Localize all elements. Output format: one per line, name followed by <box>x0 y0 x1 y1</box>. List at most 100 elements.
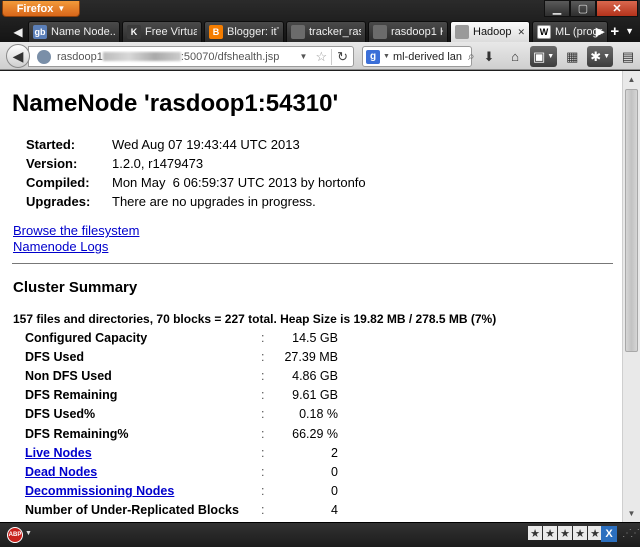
download-icon[interactable]: ⬇ <box>478 46 500 67</box>
summary-separator: : <box>261 388 265 403</box>
screenshot-icon[interactable]: ▣ ▼ <box>530 46 558 67</box>
info-key: Version: <box>26 156 78 171</box>
adblock-icon[interactable]: ABP <box>7 527 23 543</box>
site-identity-icon[interactable] <box>37 49 51 64</box>
firefox-menu-button[interactable]: Firefox ▼ <box>2 1 80 17</box>
table-row: Dead Nodes : 0 <box>25 462 338 481</box>
summary-value: 66.29 % <box>292 426 338 441</box>
tab[interactable]: B Blogger: itT... <box>204 21 284 42</box>
google-icon[interactable]: g <box>366 49 380 64</box>
gear-icon[interactable]: ✱ ▼ <box>587 46 614 67</box>
tab[interactable]: tracker_rasd... <box>286 21 366 42</box>
summary-separator: : <box>261 407 265 422</box>
page-title: NameNode 'rasdoop1:54310' <box>12 90 339 117</box>
addon-bar: ABP ▼ ★ ★ ★ ★ ★ X ⋰⋰ <box>0 522 640 547</box>
summary-value: 0.18 % <box>299 407 338 422</box>
cluster-summary-title: Cluster Summary <box>13 279 138 296</box>
tab-scroll-right-icon[interactable]: ▶ <box>596 25 604 38</box>
redacted-text <box>102 52 181 62</box>
chevron-down-icon[interactable]: ▼ <box>25 530 32 537</box>
star-icon[interactable]: ★ <box>543 526 557 540</box>
tab-active[interactable]: Hadoop ... ✕ <box>450 21 530 42</box>
star-icon[interactable]: ★ <box>558 526 572 540</box>
dead-nodes-link[interactable]: Dead Nodes <box>25 465 97 479</box>
navigation-toolbar: rasdoop1:50070/dfshealth.jsp ▼ ☆ ↻ ◀ g ▼… <box>0 42 640 70</box>
maximize-button[interactable]: ▢ <box>570 0 596 17</box>
chevron-down-icon: ▼ <box>57 4 66 13</box>
close-window-button[interactable]: ✕ <box>596 0 638 17</box>
favicon-icon: W <box>537 25 551 39</box>
bookmark-star-icon[interactable]: ☆ <box>311 49 331 65</box>
tab[interactable]: K Free Virtual ... <box>122 21 202 42</box>
summary-key: Non DFS Used <box>25 368 112 383</box>
page-icon <box>455 25 469 39</box>
toolbar-icons: ⬇ ⌂ ▣ ▼ ▦ ✱ ▼ ▤ <box>478 46 639 67</box>
search-bar[interactable]: g ▼ ⌕ <box>362 46 475 67</box>
close-tab-icon[interactable]: ✕ <box>517 27 525 38</box>
summary-key: DFS Used% <box>25 407 96 422</box>
reload-icon[interactable]: ↻ <box>331 48 353 65</box>
info-row: Compiled: Mon May 6 06:59:37 UTC 2013 by… <box>26 173 366 192</box>
summary-separator: : <box>261 484 265 499</box>
star-icon[interactable]: ★ <box>528 526 542 540</box>
star-icon[interactable]: ★ <box>573 526 587 540</box>
summary-separator: : <box>261 330 265 345</box>
summary-value: 27.39 MB <box>284 349 338 364</box>
new-tab-plus-icon[interactable]: + <box>610 23 619 40</box>
summary-value: 2 <box>331 445 338 460</box>
decommissioning-nodes-link[interactable]: Decommissioning Nodes <box>25 484 174 498</box>
namenode-logs-link[interactable]: Namenode Logs <box>13 239 139 255</box>
info-row: Started: Wed Aug 07 19:43:44 UTC 2013 <box>26 135 366 154</box>
summary-value: 4.86 GB <box>292 368 338 383</box>
summary-key: Configured Capacity <box>25 330 148 345</box>
url-history-dropdown-icon[interactable]: ▼ <box>296 52 312 61</box>
vertical-scrollbar[interactable]: ▲ ▼ <box>622 71 640 522</box>
search-icon[interactable]: ⌕ <box>468 49 475 64</box>
summary-separator: : <box>261 503 265 518</box>
table-row: Non DFS Used : 4.86 GB <box>25 366 338 385</box>
tab-title: Hadoop ... <box>473 26 512 38</box>
info-value: Wed Aug 07 19:43:44 UTC 2013 <box>112 137 300 152</box>
summary-key: Live Nodes <box>25 446 261 460</box>
resize-grip-icon[interactable]: ⋰⋰ <box>622 528 640 539</box>
tab[interactable]: gb Name Node... <box>28 21 120 42</box>
plugin-icon[interactable]: ▤ <box>617 46 639 67</box>
tabs: ◀ gb Name Node... K Free Virtual ... B B… <box>8 20 610 42</box>
table-row: Configured Capacity : 14.5 GB <box>25 328 338 347</box>
back-button[interactable]: ◀ <box>6 44 30 68</box>
summary-separator: : <box>261 368 265 383</box>
search-engine-dropdown-icon[interactable]: ▼ <box>383 53 390 60</box>
star-icon[interactable]: ★ <box>588 526 602 540</box>
addon-icon[interactable]: ▦ <box>561 46 583 67</box>
browse-filesystem-link[interactable]: Browse the filesystem <box>13 223 139 239</box>
info-row: Version: 1.2.0, r1479473 <box>26 154 366 173</box>
tab-scroll-left-icon[interactable]: ◀ <box>8 22 28 42</box>
home-icon[interactable]: ⌂ <box>504 46 526 67</box>
minimize-button[interactable]: ▁ <box>544 0 570 17</box>
tab[interactable]: rasdoop1 H... <box>368 21 448 42</box>
firefox-menu-label: Firefox <box>16 2 54 15</box>
scroll-up-icon[interactable]: ▲ <box>623 71 640 88</box>
search-input[interactable] <box>392 50 465 63</box>
table-row: DFS Remaining% : 66.29 % <box>25 424 338 443</box>
list-all-tabs-icon[interactable]: ▼ <box>625 26 634 36</box>
tab-title: Blogger: itT... <box>227 26 279 38</box>
summary-value: 9.61 GB <box>292 388 338 403</box>
rating-stars[interactable]: ★ ★ ★ ★ ★ <box>528 526 602 540</box>
tab-strip: Firefox ▼ ▁ ▢ ✕ ◀ gb Name Node... K Free… <box>0 0 640 42</box>
summary-separator: : <box>261 426 265 441</box>
info-value: Mon May 6 06:59:37 UTC 2013 by hortonfo <box>112 175 366 190</box>
summary-key: Dead Nodes <box>25 465 261 479</box>
info-value: There are no upgrades in progress. <box>112 194 316 209</box>
table-row: DFS Used : 27.39 MB <box>25 347 338 366</box>
url-text[interactable]: rasdoop1:50070/dfshealth.jsp <box>57 51 296 63</box>
summary-separator: : <box>261 445 265 460</box>
addon-x-icon[interactable]: X <box>601 526 617 542</box>
url-bar[interactable]: rasdoop1:50070/dfshealth.jsp ▼ ☆ ↻ <box>28 46 354 67</box>
scrollbar-thumb[interactable] <box>625 89 638 352</box>
summary-key: DFS Remaining <box>25 388 118 403</box>
scroll-down-icon[interactable]: ▼ <box>623 505 640 522</box>
live-nodes-link[interactable]: Live Nodes <box>25 446 92 460</box>
page-links: Browse the filesystem Namenode Logs <box>13 223 139 255</box>
window-controls: ▁ ▢ ✕ <box>544 0 638 17</box>
